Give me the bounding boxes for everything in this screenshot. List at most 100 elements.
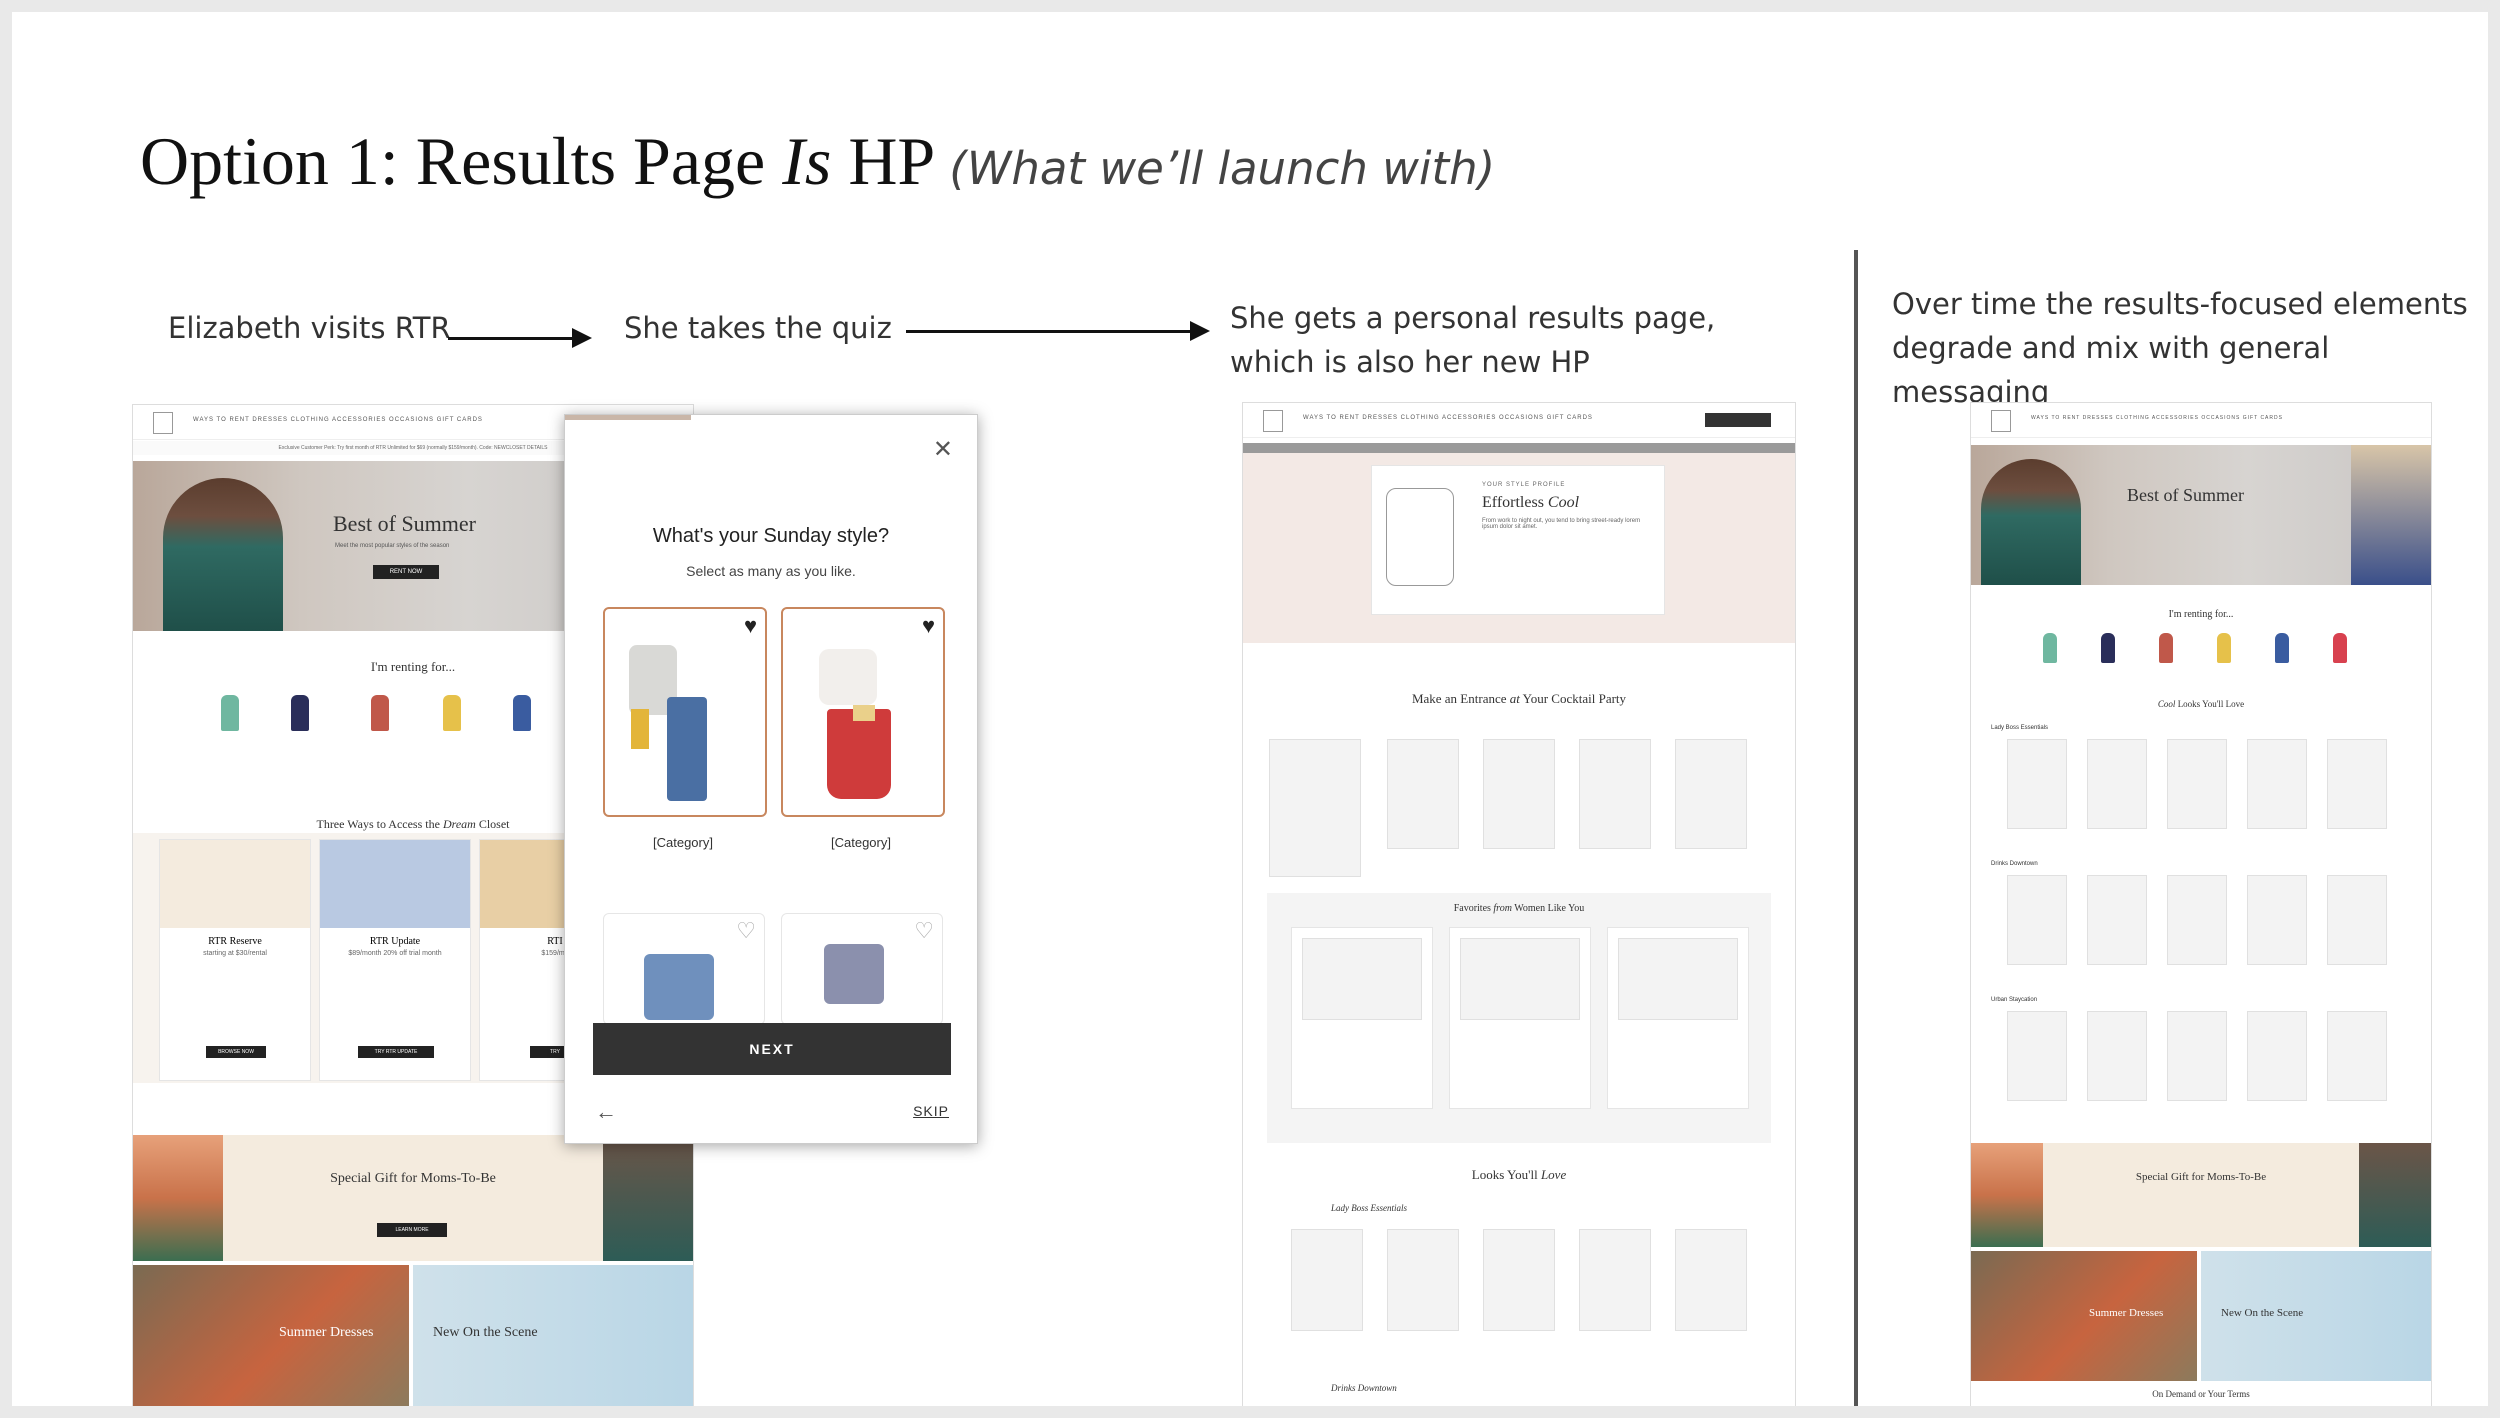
jeans-image xyxy=(667,697,707,801)
quiz-option-1[interactable]: ♥ xyxy=(603,607,767,817)
quiz-modal: ✕ What's your Sunday style? Select as ma… xyxy=(564,414,978,1144)
scarf-image xyxy=(631,709,649,749)
plan-name: RTR Reserve xyxy=(208,936,262,947)
profile-name-text: Effortless xyxy=(1482,494,1548,511)
product-card[interactable] xyxy=(2087,875,2147,965)
product-card[interactable] xyxy=(2327,1011,2387,1101)
browse-now-button[interactable]: BROWSE NOW xyxy=(206,1046,266,1058)
daytime-dress-image[interactable] xyxy=(371,695,389,731)
product-card[interactable] xyxy=(2167,739,2227,829)
heart-outline-icon[interactable]: ♡ xyxy=(914,918,934,944)
product-card[interactable] xyxy=(2247,739,2307,829)
product-card[interactable] xyxy=(2247,1011,2307,1101)
heart-outline-icon[interactable]: ♡ xyxy=(736,918,756,944)
product-card[interactable] xyxy=(2087,1011,2147,1101)
product-card[interactable] xyxy=(1291,1229,1363,1331)
product-card[interactable] xyxy=(1675,1229,1747,1331)
dress-image[interactable] xyxy=(2159,633,2173,663)
moms-learn-more-button[interactable]: LEARN MORE xyxy=(377,1223,447,1237)
product-card[interactable] xyxy=(2167,1011,2227,1101)
product-card[interactable] xyxy=(2327,875,2387,965)
title-text-end: HP xyxy=(831,123,936,199)
product-card[interactable] xyxy=(1579,1229,1651,1331)
summer-dresses-label: Summer Dresses xyxy=(279,1325,374,1340)
product-card[interactable] xyxy=(1579,739,1651,849)
nav-dark-button[interactable] xyxy=(1705,413,1771,427)
profile-label: YOUR STYLE PROFILE xyxy=(1482,482,1566,488)
product-card[interactable] xyxy=(2087,739,2147,829)
moms-image-right xyxy=(2359,1143,2431,1247)
product-image-placeholder[interactable] xyxy=(1269,739,1361,877)
summer-dresses-tile[interactable]: Summer Dresses xyxy=(133,1265,409,1406)
try-rtr-update-button[interactable]: TRY RTR UPDATE xyxy=(358,1046,434,1058)
product-card[interactable] xyxy=(1675,739,1747,849)
product-card[interactable] xyxy=(1483,739,1555,849)
quiz-option-2[interactable]: ♥ xyxy=(781,607,945,817)
review-card[interactable] xyxy=(1607,927,1749,1109)
rtr-logo-icon xyxy=(1263,410,1283,432)
product-card[interactable] xyxy=(1387,739,1459,849)
step-3-line2: which is also her new HP xyxy=(1230,345,1590,379)
three-ways-italic: Dream xyxy=(442,817,476,831)
arrow-1-icon xyxy=(448,328,592,348)
arrow-2-icon xyxy=(906,321,1210,341)
dress-image[interactable] xyxy=(2333,633,2347,663)
drinks-row-title: Drinks Downtown xyxy=(1331,1383,1397,1393)
plan-image xyxy=(320,840,470,928)
wedding-dress-image[interactable] xyxy=(221,695,239,731)
new-on-scene-tile[interactable]: New On the Scene xyxy=(2201,1251,2431,1381)
new-on-scene-tile[interactable]: New On the Scene xyxy=(413,1265,693,1406)
review-card[interactable] xyxy=(1291,927,1433,1109)
product-card[interactable] xyxy=(2007,739,2067,829)
product-card[interactable] xyxy=(2007,1011,2067,1101)
section1-text-end: Your Cocktail Party xyxy=(1519,691,1627,706)
night-out-dress-image[interactable] xyxy=(513,695,531,731)
dress-image[interactable] xyxy=(2043,633,2057,663)
cool-looks-title: Cool Looks You'll Love xyxy=(1971,699,2431,709)
product-card[interactable] xyxy=(2007,875,2067,965)
moms-banner: Special Gift for Moms-To-Be LEARN MORE xyxy=(133,1135,693,1261)
rtr-logo-icon xyxy=(1991,410,2011,432)
product-card[interactable] xyxy=(2167,875,2227,965)
renting-for-title: I'm renting for... xyxy=(2168,609,2234,620)
skip-button[interactable]: SKIP xyxy=(913,1103,949,1119)
heart-icon[interactable]: ♥ xyxy=(922,613,935,639)
title-text: Option 1: Results Page xyxy=(140,123,783,199)
product-card[interactable] xyxy=(1387,1229,1459,1331)
nav-links: WAYS TO RENT DRESSES CLOTHING ACCESSORIE… xyxy=(193,417,483,423)
slide-subtitle: (What we’ll launch with) xyxy=(949,142,1496,195)
step-3-label: She gets a personal results page, which i… xyxy=(1230,296,1715,384)
moms-title: Special Gift for Moms-To-Be xyxy=(2135,1171,2267,1183)
black-tie-dress-image[interactable] xyxy=(291,695,309,731)
three-ways-text: Three Ways to Access the xyxy=(316,817,443,831)
row-title: Urban Staycation xyxy=(1991,997,2038,1003)
dress-image[interactable] xyxy=(2101,633,2115,663)
skirt-image xyxy=(827,709,891,799)
hero-rent-now-button[interactable]: RENT NOW xyxy=(373,565,439,579)
favorites-text-end: Women Like You xyxy=(1511,903,1585,914)
results-mockup: WAYS TO RENT DRESSES CLOTHING ACCESSORIE… xyxy=(1242,402,1796,1406)
degraded-hero: Best of Summer xyxy=(1971,445,2431,585)
blouse-image xyxy=(819,649,877,705)
close-icon[interactable]: ✕ xyxy=(933,435,953,464)
product-card[interactable] xyxy=(1483,1229,1555,1331)
quiz-option-3[interactable]: ♡ xyxy=(603,913,765,1025)
back-arrow-icon[interactable]: ← xyxy=(595,1099,617,1125)
review-image xyxy=(1460,938,1580,1020)
hero-subtitle: Meet the most popular styles of the seas… xyxy=(335,543,450,549)
product-card[interactable] xyxy=(2327,739,2387,829)
heart-icon[interactable]: ♥ xyxy=(744,613,757,639)
product-card[interactable] xyxy=(2247,875,2307,965)
review-card[interactable] xyxy=(1449,927,1591,1109)
moms-image-left xyxy=(133,1135,223,1261)
plan-name: RTR Update xyxy=(369,936,421,947)
summer-dresses-tile[interactable]: Summer Dresses xyxy=(1971,1251,2197,1381)
quiz-option-4[interactable]: ♡ xyxy=(781,913,943,1025)
dress-image[interactable] xyxy=(2217,633,2231,663)
outfit-image xyxy=(824,944,884,1004)
step-2-label: She takes the quiz xyxy=(624,311,892,345)
next-button[interactable]: NEXT xyxy=(593,1023,951,1075)
cocktail-dress-image[interactable] xyxy=(443,695,461,731)
dress-image[interactable] xyxy=(2275,633,2289,663)
plan-image xyxy=(160,840,310,928)
